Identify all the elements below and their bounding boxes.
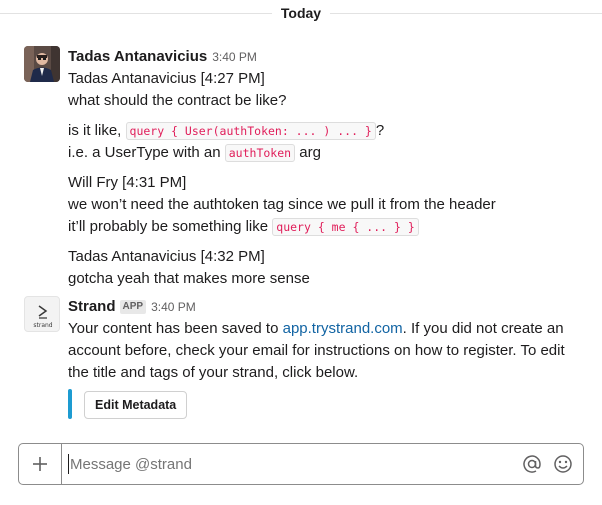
message-line: gotcha yeah that makes more sense: [68, 270, 310, 287]
message-line: Your content has been saved to app.tryst…: [68, 318, 592, 340]
attachment-accent-bar: [68, 389, 72, 419]
message-composer: [18, 443, 584, 486]
message-text: ?: [375, 122, 385, 139]
strand-link[interactable]: app.trystrand.com: [283, 320, 403, 337]
message-text: arg: [299, 144, 321, 161]
avatar[interactable]: strand: [24, 296, 60, 332]
sender-name[interactable]: Tadas Antanavicius: [68, 48, 207, 65]
user-photo-icon: [24, 46, 60, 82]
sender-name[interactable]: Strand: [68, 298, 116, 315]
edit-metadata-button[interactable]: Edit Metadata: [84, 391, 188, 419]
message-line: is it like, query { User(authToken: ... …: [68, 120, 592, 142]
message-line: account before, check your email for ins…: [68, 342, 565, 359]
app-badge: APP: [119, 300, 147, 314]
message-text: it’ll probably be something like: [68, 218, 269, 235]
inline-code: authToken: [224, 144, 296, 162]
attachment-actions: Edit Metadata: [68, 389, 268, 419]
date-divider: Today: [0, 0, 602, 28]
message-time[interactable]: 3:40 PM: [212, 50, 257, 64]
message-line: Tadas Antanavicius [4:27 PM]: [68, 70, 265, 87]
emoji-icon[interactable]: [553, 454, 573, 474]
message-text: i.e. a UserType with an: [68, 144, 221, 161]
message-content: Tadas Antanavicius 3:40 PM Tadas Antanavi…: [68, 46, 592, 290]
message-time[interactable]: 3:40 PM: [151, 300, 196, 314]
message-line: we won’t need the authtoken tag since we…: [68, 196, 496, 213]
message-line: the title and tags of your strand, click…: [68, 364, 359, 381]
strand-logo-label: strand: [33, 322, 52, 329]
message-line: it’ll probably be something like query {…: [68, 216, 592, 238]
message-line: Tadas Antanavicius [4:32 PM]: [68, 248, 265, 265]
strand-logo-icon: strand: [33, 305, 53, 329]
message-line: what should the contract be like?: [68, 92, 287, 109]
message-text: Your content has been saved to: [68, 320, 283, 337]
avatar[interactable]: [24, 46, 60, 82]
date-divider-label[interactable]: Today: [272, 2, 330, 24]
message-input[interactable]: [68, 444, 502, 486]
message-line: i.e. a UserType with an authToken arg: [68, 142, 592, 164]
message-text: . If you did not create an: [402, 320, 564, 337]
message-content: Strand APP 3:40 PM Your content has been s…: [68, 296, 592, 384]
at-icon[interactable]: [522, 454, 542, 474]
plus-icon[interactable]: [19, 444, 62, 484]
message-text: is it like,: [68, 122, 122, 139]
inline-code: query { me { ... } }: [272, 218, 419, 236]
inline-code: query { User(authToken: ... ) ... }: [125, 122, 376, 140]
message-line: Will Fry [4:31 PM]: [68, 174, 187, 191]
